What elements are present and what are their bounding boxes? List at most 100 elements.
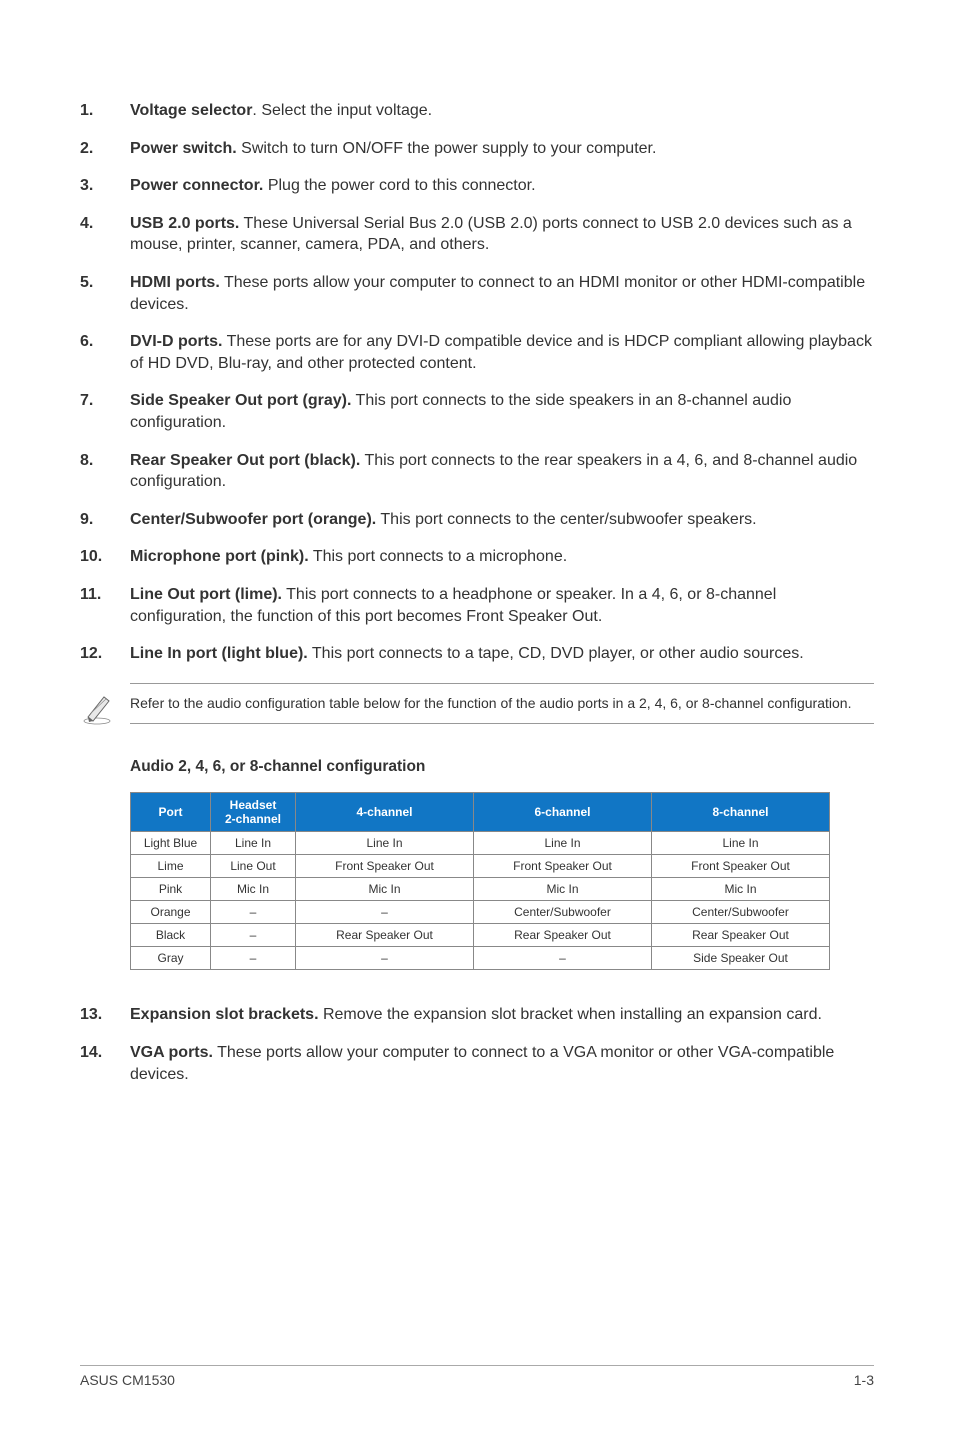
item-number: 13.: [80, 1004, 130, 1026]
table-cell: Side Speaker Out: [652, 947, 830, 970]
item-text: DVI-D ports. These ports are for any DVI…: [130, 331, 874, 374]
table-cell: Front Speaker Out: [474, 855, 652, 878]
table-cell: Mic In: [474, 878, 652, 901]
item-title: VGA ports.: [130, 1044, 213, 1061]
table-cell: Mic In: [652, 878, 830, 901]
item-number: 3.: [80, 175, 130, 197]
table-cell: Front Speaker Out: [296, 855, 474, 878]
table-cell: Orange: [131, 901, 211, 924]
item-number: 14.: [80, 1042, 130, 1085]
definition-item: 10.Microphone port (pink). This port con…: [80, 546, 874, 568]
th-4ch: 4-channel: [296, 792, 474, 832]
table-cell: Lime: [131, 855, 211, 878]
table-cell: –: [211, 947, 296, 970]
table-cell: Light Blue: [131, 832, 211, 855]
table-cell: Line In: [474, 832, 652, 855]
note-text: Refer to the audio configuration table b…: [130, 683, 874, 724]
item-title: Line In port (light blue).: [130, 645, 308, 662]
table-row: Light BlueLine InLine InLine InLine In: [131, 832, 830, 855]
item-number: 5.: [80, 272, 130, 315]
definition-item: 1.Voltage selector. Select the input vol…: [80, 100, 874, 122]
item-text: HDMI ports. These ports allow your compu…: [130, 272, 874, 315]
table-cell: Rear Speaker Out: [652, 924, 830, 947]
item-text: USB 2.0 ports. These Universal Serial Bu…: [130, 213, 874, 256]
item-text: Line Out port (lime). This port connects…: [130, 584, 874, 627]
item-number: 4.: [80, 213, 130, 256]
table-row: PinkMic InMic InMic InMic In: [131, 878, 830, 901]
item-title: DVI-D ports.: [130, 333, 222, 350]
table-row: Orange––Center/SubwooferCenter/Subwoofer: [131, 901, 830, 924]
table-row: Black–Rear Speaker OutRear Speaker OutRe…: [131, 924, 830, 947]
audio-config-table: Port Headset 2-channel 4-channel 6-chann…: [130, 792, 830, 971]
table-cell: Line In: [296, 832, 474, 855]
table-cell: Center/Subwoofer: [474, 901, 652, 924]
note-callout: Refer to the audio configuration table b…: [80, 683, 874, 730]
audio-config-heading: Audio 2, 4, 6, or 8-channel configuratio…: [130, 758, 874, 776]
item-title: Microphone port (pink).: [130, 548, 309, 565]
th-port: Port: [131, 792, 211, 832]
item-text: Power connector. Plug the power cord to …: [130, 175, 874, 197]
item-title: Power connector.: [130, 177, 263, 194]
definition-item: 3.Power connector. Plug the power cord t…: [80, 175, 874, 197]
item-number: 9.: [80, 509, 130, 531]
table-cell: Mic In: [296, 878, 474, 901]
table-cell: Line In: [652, 832, 830, 855]
item-text: Side Speaker Out port (gray). This port …: [130, 390, 874, 433]
table-cell: Rear Speaker Out: [296, 924, 474, 947]
note-pencil-icon: [80, 683, 130, 730]
th-8ch: 8-channel: [652, 792, 830, 832]
table-cell: Front Speaker Out: [652, 855, 830, 878]
item-number: 8.: [80, 450, 130, 493]
footer-page-number: 1-3: [854, 1372, 874, 1388]
item-number: 10.: [80, 546, 130, 568]
definition-item: 4.USB 2.0 ports. These Universal Serial …: [80, 213, 874, 256]
definition-item: 8.Rear Speaker Out port (black). This po…: [80, 450, 874, 493]
page-footer: ASUS CM1530 1-3: [80, 1365, 874, 1388]
definition-item: 5.HDMI ports. These ports allow your com…: [80, 272, 874, 315]
item-number: 1.: [80, 100, 130, 122]
table-cell: –: [474, 947, 652, 970]
item-title: Center/Subwoofer port (orange).: [130, 511, 376, 528]
item-text: Expansion slot brackets. Remove the expa…: [130, 1004, 874, 1026]
table-cell: Rear Speaker Out: [474, 924, 652, 947]
table-cell: Pink: [131, 878, 211, 901]
table-cell: Line Out: [211, 855, 296, 878]
item-text: VGA ports. These ports allow your comput…: [130, 1042, 874, 1085]
table-row: LimeLine OutFront Speaker OutFront Speak…: [131, 855, 830, 878]
item-text: Power switch. Switch to turn ON/OFF the …: [130, 138, 874, 160]
table-row: Gray–––Side Speaker Out: [131, 947, 830, 970]
item-title: HDMI ports.: [130, 274, 220, 291]
item-number: 12.: [80, 643, 130, 665]
table-cell: –: [296, 947, 474, 970]
item-number: 7.: [80, 390, 130, 433]
item-title: Expansion slot brackets.: [130, 1006, 319, 1023]
item-title: USB 2.0 ports.: [130, 215, 239, 232]
item-title: Side Speaker Out port (gray).: [130, 392, 351, 409]
table-cell: Line In: [211, 832, 296, 855]
definition-item: 12.Line In port (light blue). This port …: [80, 643, 874, 665]
definition-item: 2.Power switch. Switch to turn ON/OFF th…: [80, 138, 874, 160]
definition-item: 9.Center/Subwoofer port (orange). This p…: [80, 509, 874, 531]
footer-product: ASUS CM1530: [80, 1372, 175, 1388]
table-cell: Gray: [131, 947, 211, 970]
item-text: Rear Speaker Out port (black). This port…: [130, 450, 874, 493]
item-text: Microphone port (pink). This port connec…: [130, 546, 874, 568]
table-cell: Center/Subwoofer: [652, 901, 830, 924]
table-cell: Black: [131, 924, 211, 947]
th-2ch: Headset 2-channel: [211, 792, 296, 832]
definition-list-2: 13.Expansion slot brackets. Remove the e…: [80, 1004, 874, 1085]
th-6ch: 6-channel: [474, 792, 652, 832]
item-number: 11.: [80, 584, 130, 627]
item-title: Line Out port (lime).: [130, 586, 282, 603]
definition-list-1: 1.Voltage selector. Select the input vol…: [80, 100, 874, 665]
item-number: 6.: [80, 331, 130, 374]
item-title: Rear Speaker Out port (black).: [130, 452, 360, 469]
item-text: Center/Subwoofer port (orange). This por…: [130, 509, 874, 531]
table-cell: Mic In: [211, 878, 296, 901]
definition-item: 13.Expansion slot brackets. Remove the e…: [80, 1004, 874, 1026]
item-number: 2.: [80, 138, 130, 160]
table-cell: –: [211, 901, 296, 924]
item-text: Voltage selector. Select the input volta…: [130, 100, 874, 122]
definition-item: 6.DVI-D ports. These ports are for any D…: [80, 331, 874, 374]
definition-item: 7.Side Speaker Out port (gray). This por…: [80, 390, 874, 433]
